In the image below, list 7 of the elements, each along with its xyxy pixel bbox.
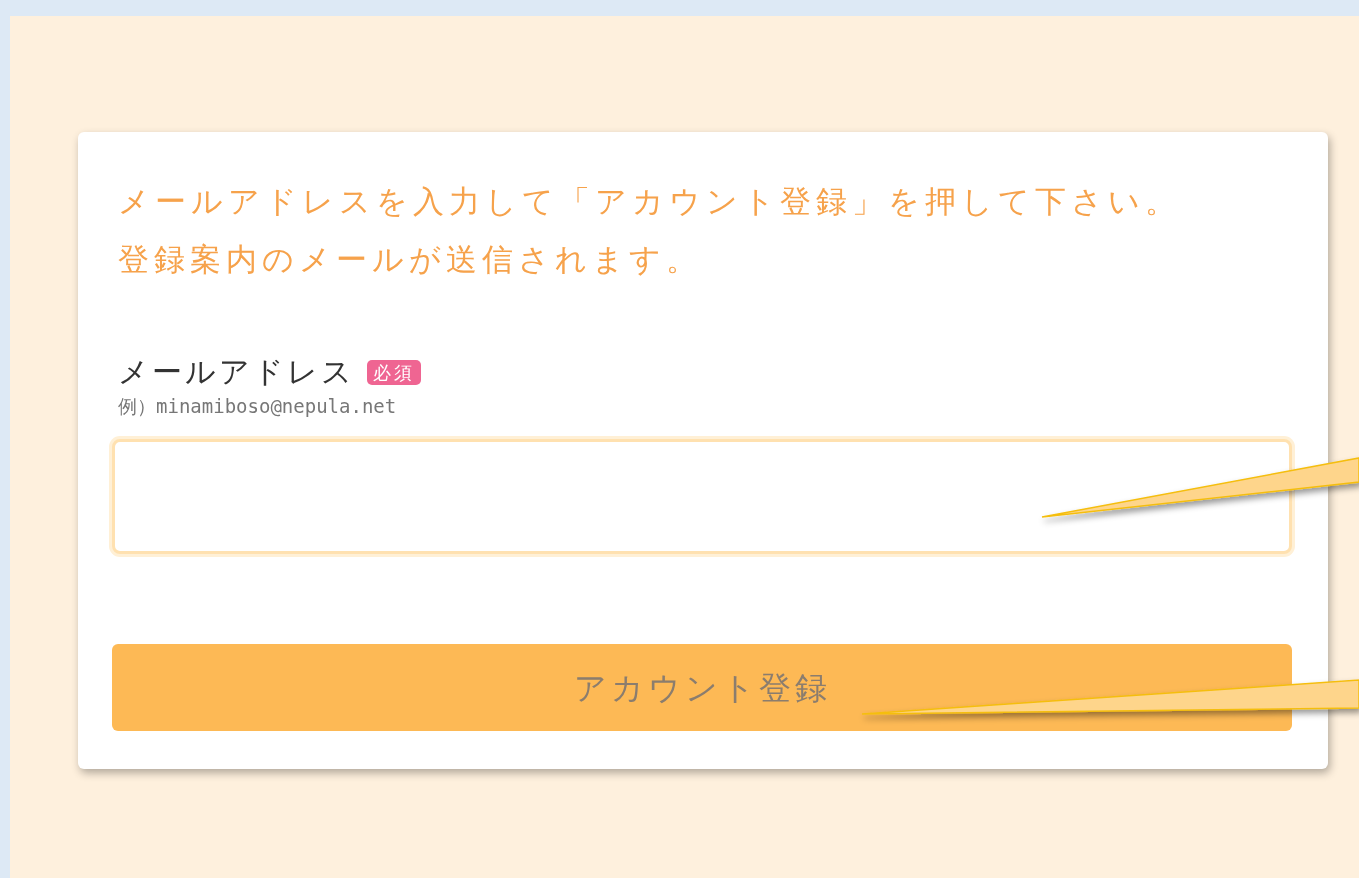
email-input-field[interactable] [112, 439, 1292, 554]
example-text: 例）minamiboso@nepula.net [117, 394, 398, 419]
required-tag: 必須 [367, 360, 421, 385]
instruction-text: 登録案内のメールが送信されます。 [117, 240, 703, 279]
register-button[interactable]: アカウント登録 [112, 644, 1292, 731]
field-label: メールアドレス [118, 354, 355, 389]
instruction-text: メールアドレスを入力して「アカウント登録」を押して下さい。 [117, 182, 1182, 221]
